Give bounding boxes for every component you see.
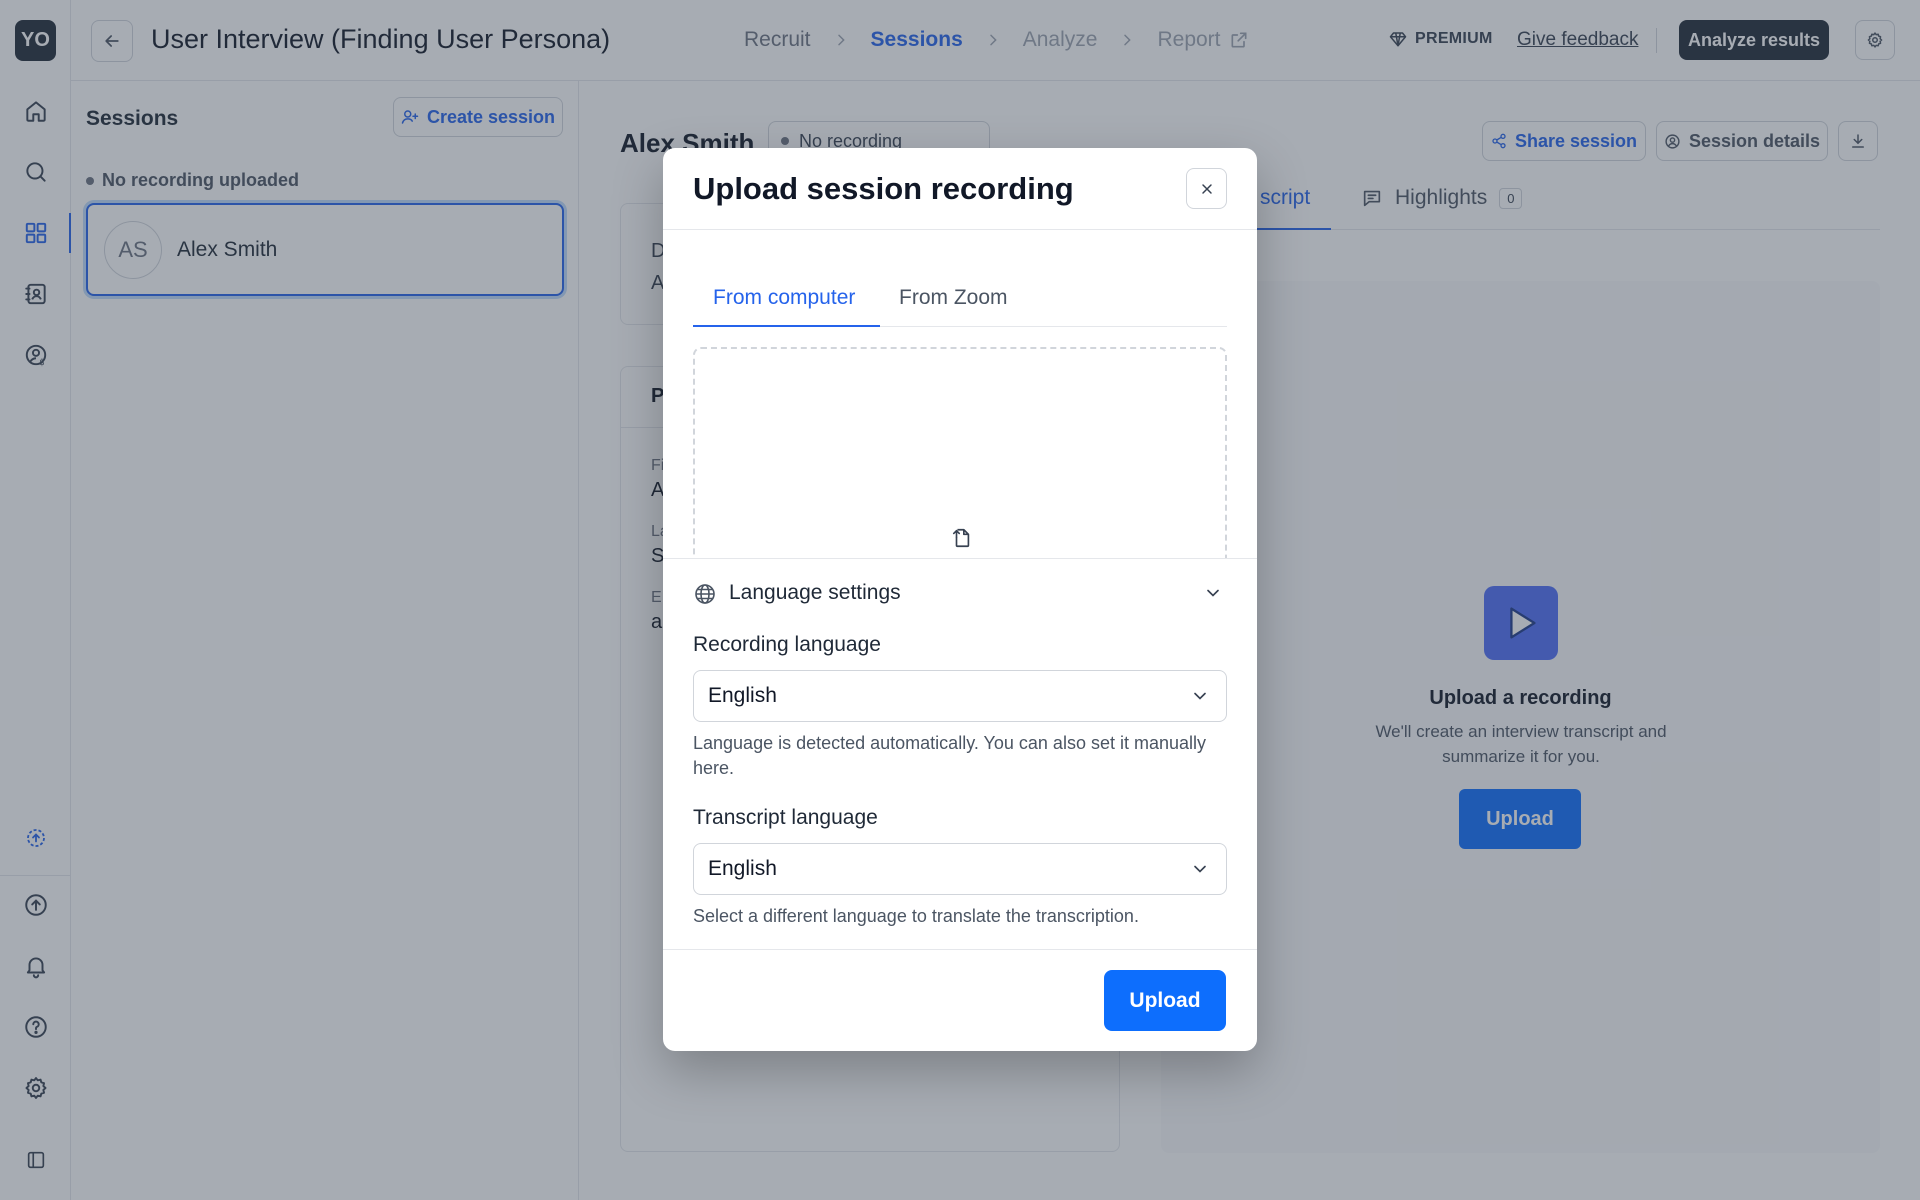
transcript-language-help: Select a different language to translate… [693, 906, 1139, 926]
close-button[interactable] [1186, 168, 1227, 209]
language-settings-label: Language settings [729, 581, 901, 604]
tab-from-zoom[interactable]: From Zoom [899, 286, 1008, 310]
tab-from-computer-label: From computer [713, 286, 856, 309]
chevron-down-icon [1190, 859, 1210, 879]
recording-language-label: Recording language [693, 633, 881, 656]
modal-footer-divider [663, 949, 1257, 950]
transcript-language-value: English [708, 857, 777, 880]
file-upload-icon [951, 527, 973, 549]
recording-language-help: Language is detected automatically. You … [693, 733, 1206, 778]
modal-header-divider [663, 229, 1257, 230]
upload-recording-modal: Upload session recording From computer F… [663, 148, 1257, 1051]
transcript-language-label: Transcript language [693, 806, 878, 829]
modal-title: Upload session recording [693, 171, 1074, 206]
file-dropzone[interactable] [693, 347, 1227, 577]
upload-source-tabs: From computer From Zoom [693, 276, 1227, 327]
modal-upload-button[interactable]: Upload [1104, 970, 1226, 1031]
chevron-down-icon [1190, 686, 1210, 706]
globe-icon [693, 582, 717, 606]
close-icon [1201, 183, 1212, 194]
recording-language-value: English [708, 684, 777, 707]
chevron-down-icon [1203, 583, 1223, 603]
tab-from-computer[interactable]: From computer [693, 276, 880, 327]
transcript-language-select[interactable]: English [693, 843, 1227, 895]
recording-language-select[interactable]: English [693, 670, 1227, 722]
